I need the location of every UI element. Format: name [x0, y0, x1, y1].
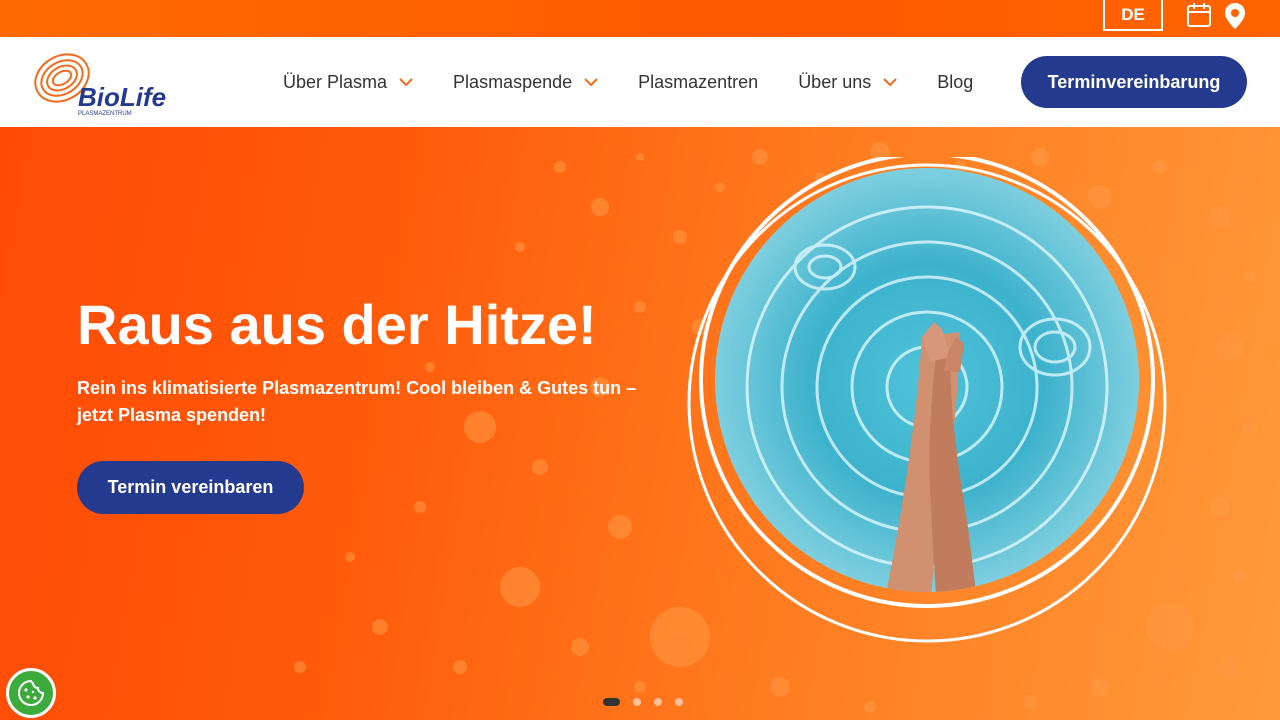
calendar-icon[interactable]	[1186, 2, 1212, 33]
cookie-settings-button[interactable]	[6, 668, 56, 718]
nav-label: Plasmazentren	[638, 71, 759, 92]
slider-dot-4[interactable]	[675, 698, 683, 706]
book-appointment-button[interactable]: Termin vereinbaren	[77, 461, 304, 514]
map-pin-icon[interactable]	[1224, 2, 1246, 35]
appointment-button[interactable]: Terminvereinbarung	[1021, 56, 1247, 108]
nav-label: Plasmaspende	[453, 71, 573, 92]
nav-label: Blog	[937, 71, 974, 92]
logo-subtext: PLASMAZENTRUM	[78, 111, 132, 117]
nav-item-plasmazentren[interactable]: Plasmazentren	[638, 72, 758, 93]
main-header: BioLife PLASMAZENTRUM Über Plasma Plasma…	[0, 37, 1280, 127]
nav-item-blog[interactable]: Blog	[937, 72, 973, 93]
slider-dot-2[interactable]	[633, 698, 641, 706]
chevron-down-icon	[883, 77, 897, 86]
chevron-down-icon	[399, 77, 413, 86]
hero-banner: Raus aus der Hitze! Rein ins klimatisier…	[0, 127, 1280, 720]
biolife-logo[interactable]: BioLife PLASMAZENTRUM	[30, 48, 170, 118]
nav-item-ueber-plasma[interactable]: Über Plasma	[283, 72, 413, 93]
pool-legs-image	[687, 157, 1167, 643]
logo-text: BioLife	[78, 82, 166, 112]
utility-bar: DE	[0, 0, 1280, 37]
nav-label: Über Plasma	[283, 71, 388, 92]
slider-dot-3[interactable]	[654, 698, 662, 706]
slider-dot-1[interactable]	[603, 698, 620, 706]
nav-label: Über uns	[798, 71, 872, 92]
hero-title: Raus aus der Hitze!	[77, 293, 597, 356]
language-switcher[interactable]: DE	[1103, 0, 1163, 31]
hero-subtitle: Rein ins klimatisierte Plasmazentrum! Co…	[77, 378, 637, 425]
chevron-down-icon	[584, 77, 598, 86]
nav-item-ueber-uns[interactable]: Über uns	[798, 72, 897, 93]
main-nav: Über Plasma Plasmaspende Plasmazentren Ü…	[283, 37, 973, 127]
nav-item-plasmaspende[interactable]: Plasmaspende	[453, 72, 598, 93]
cookie-icon	[18, 679, 45, 706]
slider-pagination	[603, 698, 696, 706]
